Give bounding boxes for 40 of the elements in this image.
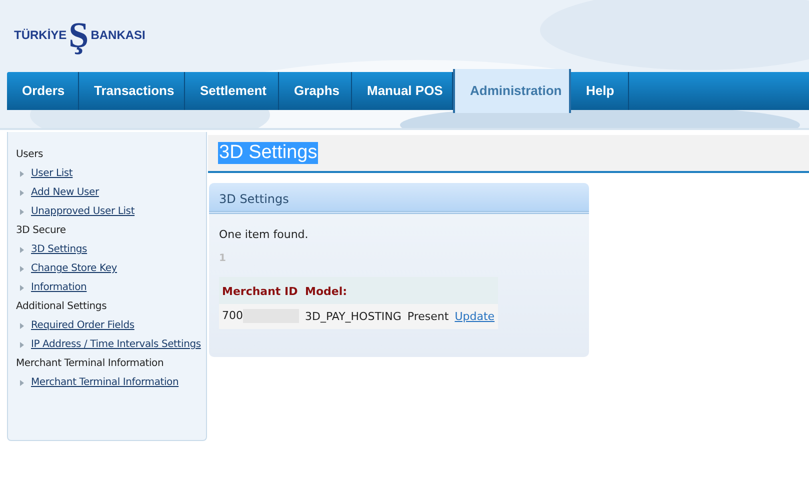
nav-tab[interactable]: Settlement: [185, 72, 279, 110]
sidebar-link[interactable]: Information: [31, 281, 87, 295]
section-heading: Additional Settings: [16, 300, 108, 314]
sidebar-link[interactable]: Required Order Fields: [31, 319, 134, 333]
panel-title: 3D Settings: [209, 183, 589, 214]
column-header: Model:: [302, 277, 498, 304]
section-heading: 3D Secure: [16, 224, 67, 238]
chevron-icon: [20, 380, 24, 386]
page-title: 3D Settings: [218, 142, 318, 164]
table-cell: 3D_PAY_HOSTING: [305, 310, 402, 322]
sidebar-link[interactable]: Merchant Terminal Information: [31, 376, 179, 390]
chevron-icon: [20, 342, 24, 348]
chevron-icon: [20, 209, 24, 215]
chevron-icon: [20, 171, 24, 177]
logo-mark: Ş: [68, 15, 89, 55]
section-heading: Users: [16, 148, 44, 162]
chevron-icon: [20, 190, 24, 196]
chevron-icon: [20, 266, 24, 272]
nav-tab[interactable]: Help: [571, 72, 629, 110]
result-message: One item found.: [219, 228, 310, 241]
table-cell: 700: [222, 309, 243, 322]
nav-tab[interactable]: Orders: [7, 72, 79, 110]
update-link[interactable]: Update: [454, 310, 495, 322]
sidebar-link[interactable]: Change Store Key: [31, 262, 118, 276]
sidebar-link[interactable]: IP Address / Time Intervals Settings: [31, 338, 201, 352]
nav-tab[interactable]: Transactions: [79, 72, 185, 110]
nav-tab[interactable]: Administration: [453, 69, 571, 113]
column-header: Merchant ID: [219, 277, 302, 304]
chevron-icon: [20, 285, 24, 291]
logo-text: BANKASI: [90, 28, 146, 42]
table-cell: Present: [407, 310, 449, 322]
chevron-icon: [20, 323, 24, 329]
nav-tab[interactable]: Graphs: [279, 72, 352, 110]
sidebar-link[interactable]: User List: [31, 167, 73, 181]
sidebar-link[interactable]: Add New User: [31, 186, 99, 200]
sidebar-link[interactable]: Unapproved User List: [31, 205, 135, 219]
section-heading: Merchant Terminal Information: [16, 357, 165, 371]
sidebar-link[interactable]: 3D Settings: [31, 243, 88, 257]
logo-text: TÜRKİYE: [14, 28, 67, 42]
chevron-icon: [20, 247, 24, 253]
